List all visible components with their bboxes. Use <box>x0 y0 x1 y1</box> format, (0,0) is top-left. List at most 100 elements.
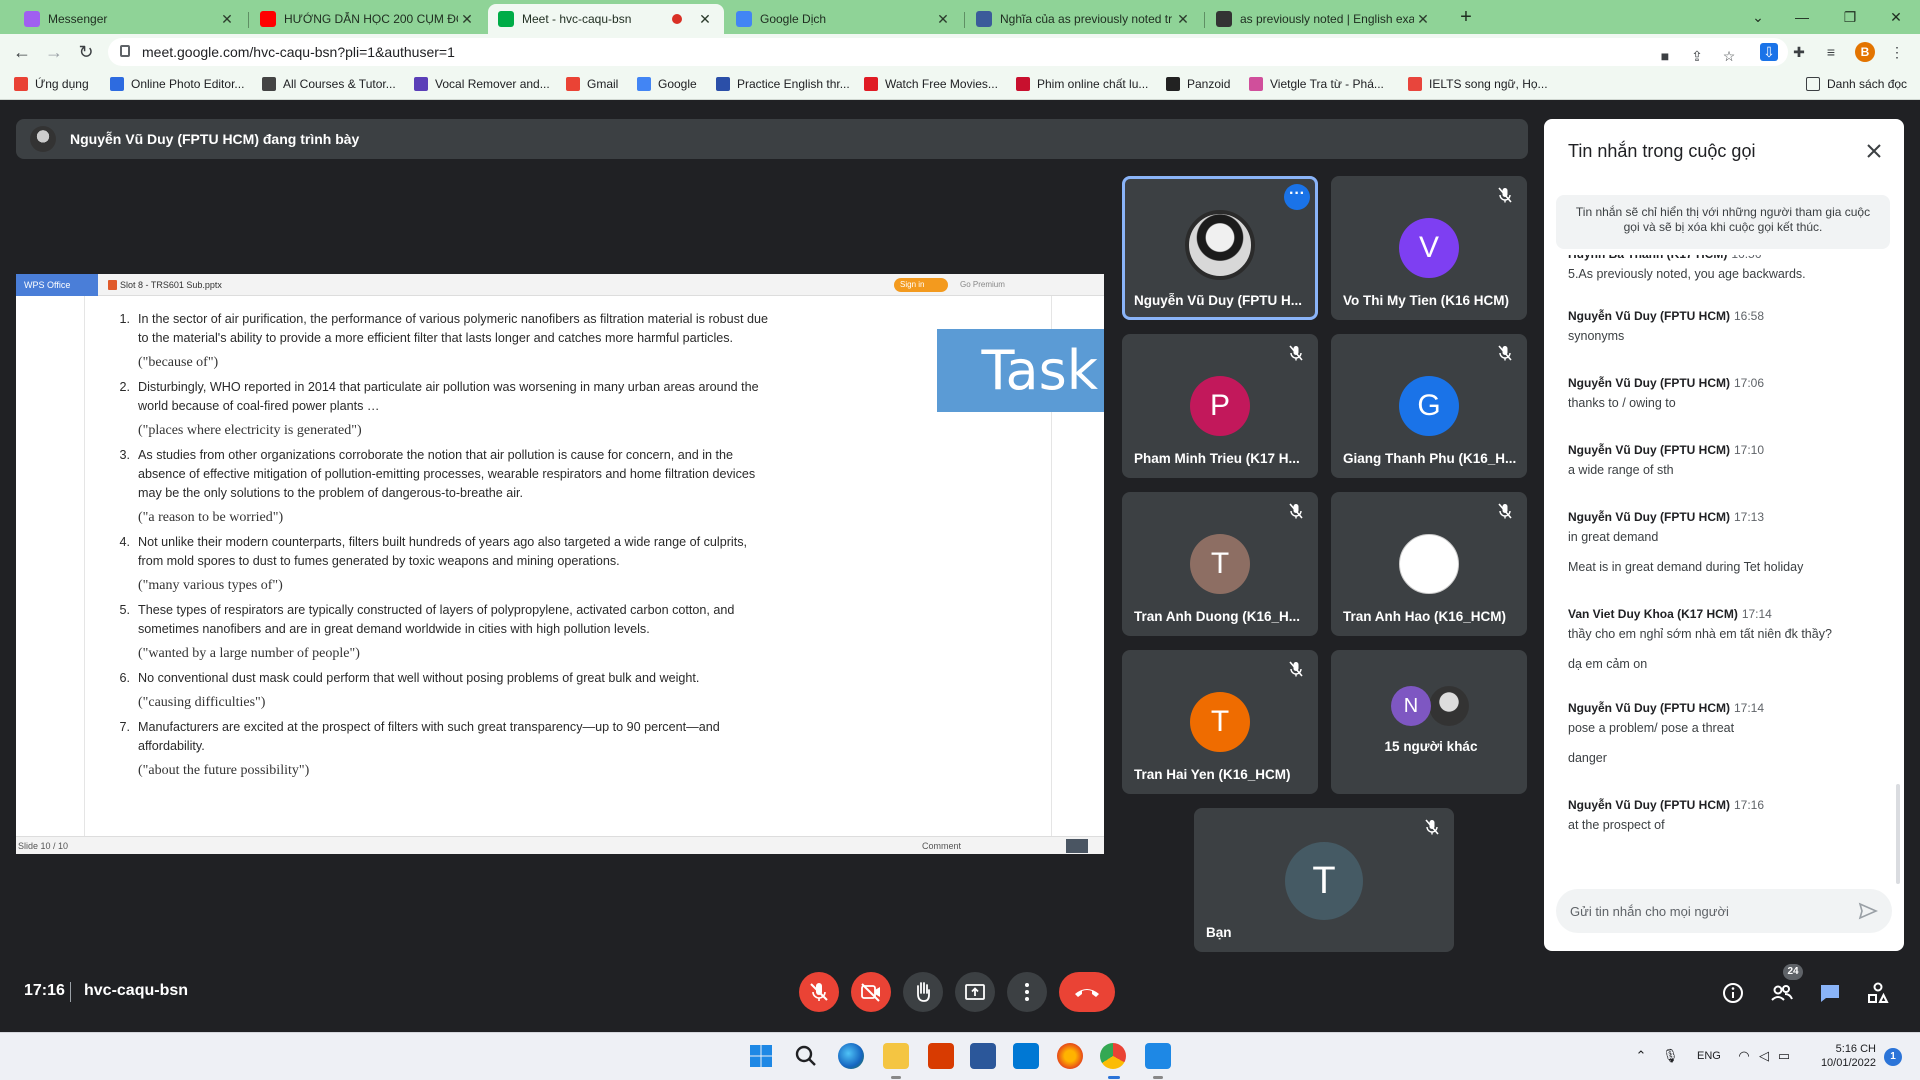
close-window-icon[interactable]: ✕ <box>1874 4 1918 30</box>
bookmark-label: Ứng dụng <box>35 77 89 91</box>
bookmark-item[interactable]: All Courses & Tutor... <box>262 77 396 91</box>
system-clock[interactable]: 5:16 CH 10/01/2022 <box>1818 1042 1876 1070</box>
firefox-icon[interactable] <box>1057 1043 1083 1069</box>
participant-tile[interactable]: T Tran Hai Yen (K16_HCM) <box>1122 650 1318 794</box>
bookmark-item[interactable]: Practice English thr... <box>716 77 850 91</box>
new-tab-button[interactable]: + <box>1444 4 1488 30</box>
bookmark-item[interactable]: Vietgle Tra từ - Phá... <box>1249 77 1384 91</box>
bookmark-favicon-icon <box>14 77 28 91</box>
bookmark-item[interactable]: Online Photo Editor... <box>110 77 244 91</box>
address-bar[interactable]: meet.google.com/hvc-caqu-bsn?pli=1&authu… <box>108 38 1788 66</box>
profile-avatar[interactable]: B <box>1855 42 1875 62</box>
windows-start-icon[interactable] <box>748 1043 774 1069</box>
share-icon[interactable]: ⇪ <box>1688 47 1706 65</box>
back-icon[interactable]: ← <box>10 40 34 64</box>
file-explorer-icon[interactable] <box>883 1043 909 1069</box>
participant-tile[interactable]: T Tran Anh Duong (K16_H... <box>1122 492 1318 636</box>
show-hidden-icons-icon[interactable]: ⌃ <box>1633 1048 1649 1064</box>
microphone-icon[interactable]: 🎙 <box>1662 1048 1679 1064</box>
tab-dictionary[interactable]: Nghĩa của as previously noted tr ✕ <box>966 4 1202 34</box>
close-tab-icon[interactable]: ✕ <box>696 11 714 28</box>
chat-message: Nguyễn Vũ Duy (FPTU HCM) 17:16 at the pros… <box>1568 798 1888 833</box>
bookmark-item[interactable]: Vocal Remover and... <box>414 77 550 91</box>
bookmark-item[interactable]: Panzoid <box>1166 77 1230 91</box>
present-now-button[interactable] <box>955 972 995 1012</box>
bookmark-favicon-icon <box>110 77 124 91</box>
tab-google-translate[interactable]: Google Dịch ✕ <box>726 4 962 34</box>
close-tab-icon[interactable]: ✕ <box>218 11 236 28</box>
menu-kebab-icon[interactable]: ⋮ <box>1888 43 1906 61</box>
chat-message: Nguyễn Vũ Duy (FPTU HCM) 17:06 thanks to /… <box>1568 376 1888 411</box>
chat-input-box[interactable] <box>1556 889 1892 933</box>
participant-tile[interactable]: P Pham Minh Trieu (K17 H... <box>1122 334 1318 478</box>
chat-scrollbar[interactable] <box>1896 784 1900 884</box>
messenger-icon <box>24 11 40 27</box>
notification-badge[interactable]: 1 <box>1884 1048 1902 1066</box>
participant-options-icon[interactable]: ··· <box>1284 184 1310 210</box>
activities-icon[interactable] <box>1865 980 1891 1006</box>
people-icon[interactable] <box>1769 980 1795 1006</box>
input-language[interactable]: ENG <box>1697 1050 1721 1062</box>
tab-messenger[interactable]: Messenger ✕ <box>14 4 246 34</box>
camera-icon[interactable]: ■ <box>1656 47 1674 65</box>
bookmark-item[interactable]: Watch Free Movies... <box>864 77 998 91</box>
raise-hand-button[interactable] <box>903 972 943 1012</box>
close-tab-icon[interactable]: ✕ <box>458 11 476 28</box>
bookmark-item[interactable]: Phim online chất lu... <box>1016 77 1148 91</box>
chat-panel: Tin nhắn trong cuộc gọi Tin nhắn sẽ chỉ … <box>1544 119 1904 951</box>
search-icon[interactable] <box>793 1043 819 1069</box>
participant-tile[interactable]: V Vo Thi My Tien (K16 HCM) <box>1331 176 1527 320</box>
google-translate-icon <box>736 11 752 27</box>
camera-off-button[interactable] <box>851 972 891 1012</box>
bookmark-item[interactable]: Gmail <box>566 77 618 91</box>
tab-meet[interactable]: Meet - hvc-caqu-bsn ✕ <box>488 4 724 34</box>
participant-tile[interactable]: Tran Anh Hao (K16_HCM) <box>1331 492 1527 636</box>
volume-icon[interactable]: ◁ <box>1756 1048 1772 1064</box>
reload-icon[interactable]: ↻ <box>74 40 98 64</box>
wifi-icon[interactable]: ◠ <box>1736 1048 1752 1064</box>
close-tab-icon[interactable]: ✕ <box>1174 11 1192 28</box>
bookmark-item[interactable]: Ứng dụng <box>14 77 89 91</box>
extension-icon[interactable]: ⇩ <box>1760 43 1778 61</box>
participant-tile[interactable]: G Giang Thanh Phu (K16_H... <box>1331 334 1527 478</box>
bookmark-star-icon[interactable]: ☆ <box>1720 47 1738 65</box>
url-text[interactable]: meet.google.com/hvc-caqu-bsn?pli=1&authu… <box>142 44 455 60</box>
reading-list-button[interactable]: Danh sách đọc <box>1806 77 1907 91</box>
mail-icon[interactable] <box>1013 1043 1039 1069</box>
bookmark-item[interactable]: IELTS song ngữ, Họ... <box>1408 77 1548 91</box>
chat-message-input[interactable] <box>1570 901 1840 921</box>
tab-english-examples[interactable]: as previously noted | English exa ✕ <box>1206 4 1442 34</box>
more-options-button[interactable] <box>1007 972 1047 1012</box>
maximize-icon[interactable]: ❐ <box>1828 4 1872 30</box>
slide-item-hint: ("many various types of") <box>138 578 283 593</box>
tab-youtube[interactable]: HƯỚNG DẪN HỌC 200 CỤM ĐỘ ✕ <box>250 4 486 34</box>
edge-icon[interactable] <box>838 1043 864 1069</box>
forward-icon[interactable]: → <box>42 40 66 64</box>
tab-title: as previously noted | English exa <box>1240 12 1414 26</box>
mic-off-button[interactable] <box>799 972 839 1012</box>
chat-message-header: Huỳnh Bá Thành (K17 HCM) 16:56 <box>1568 255 1888 261</box>
leave-call-button[interactable] <box>1059 972 1115 1012</box>
photos-icon[interactable] <box>1145 1043 1171 1069</box>
self-tile[interactable]: T Bạn <box>1194 808 1454 952</box>
close-tab-icon[interactable]: ✕ <box>934 11 952 28</box>
media-control-icon[interactable]: ≡ <box>1822 43 1840 61</box>
meeting-code[interactable]: hvc-caqu-bsn <box>84 982 188 1000</box>
participant-tile[interactable]: Nguyễn Vũ Duy (FPTU H... ··· <box>1122 176 1318 320</box>
more-vert-icon <box>1025 983 1029 1001</box>
close-icon[interactable] <box>1862 139 1886 163</box>
office-icon[interactable] <box>928 1043 954 1069</box>
bookmark-item[interactable]: Google <box>637 77 697 91</box>
battery-icon[interactable]: ▭ <box>1776 1048 1792 1064</box>
close-tab-icon[interactable]: ✕ <box>1414 11 1432 28</box>
tab-search-icon[interactable]: ⌄ <box>1736 4 1780 30</box>
meeting-details-icon[interactable] <box>1720 980 1746 1006</box>
chat-icon[interactable] <box>1817 980 1843 1006</box>
extensions-puzzle-icon[interactable]: ✚ <box>1790 43 1808 61</box>
send-icon[interactable] <box>1858 901 1878 921</box>
slide-item-hint: ("because of") <box>138 355 219 370</box>
participant-tile[interactable]: N 15 người khác <box>1331 650 1527 794</box>
chrome-icon[interactable] <box>1100 1043 1126 1069</box>
minimize-icon[interactable]: — <box>1780 4 1824 30</box>
store-icon[interactable] <box>970 1043 996 1069</box>
